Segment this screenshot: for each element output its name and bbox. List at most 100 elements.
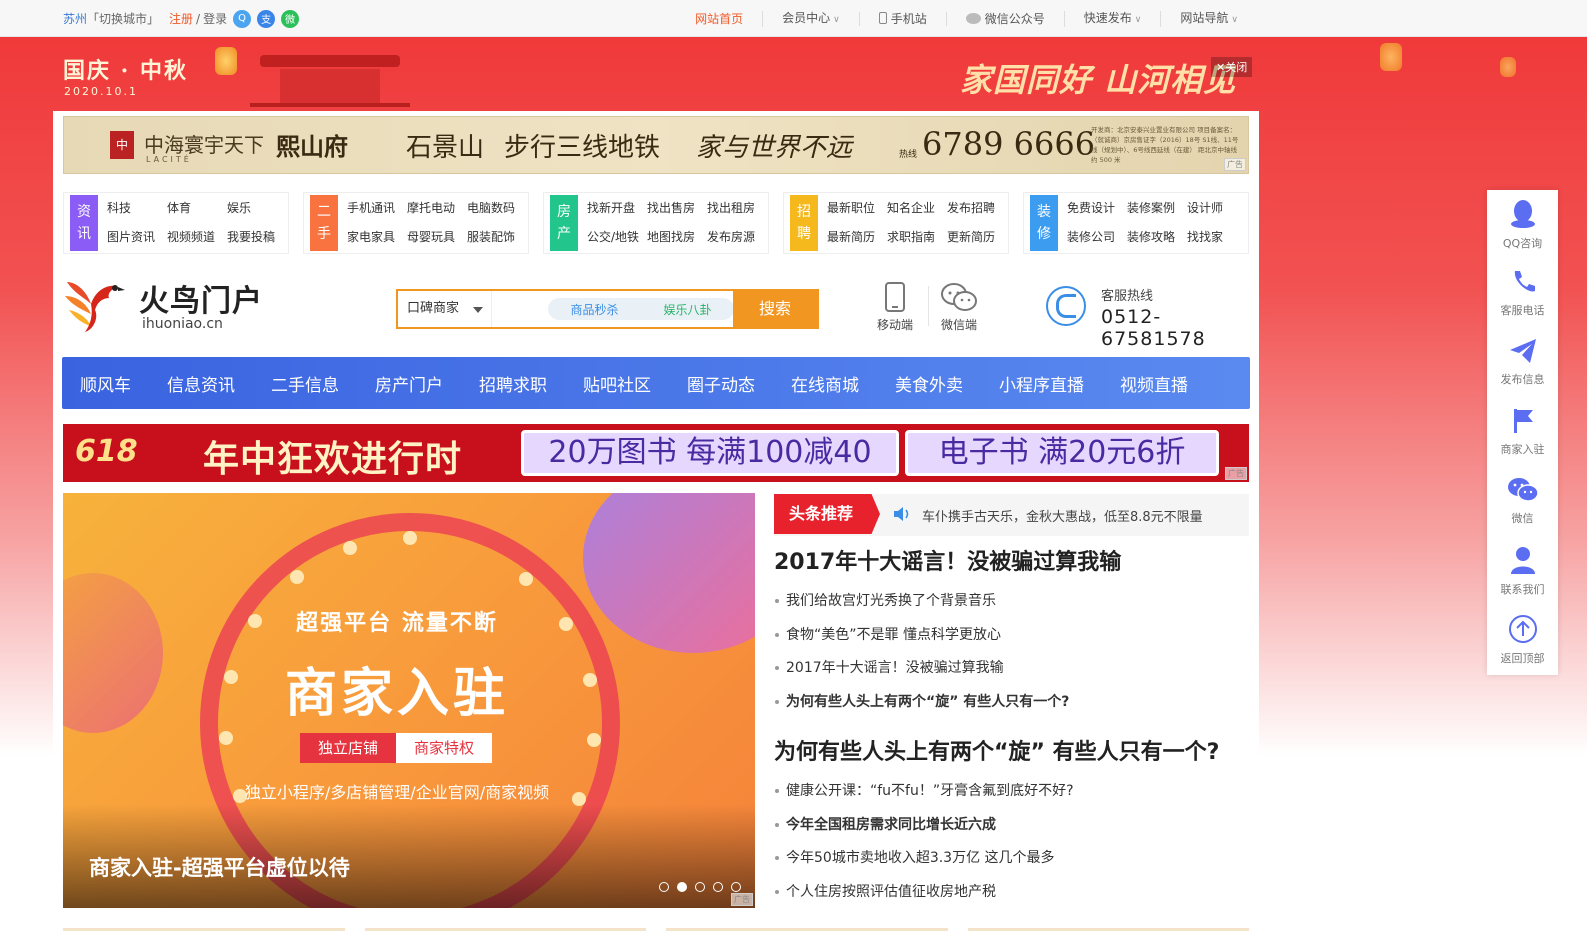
sidebar-item[interactable]: QQ咨询 bbox=[1487, 199, 1558, 251]
category-link[interactable]: 科技 bbox=[107, 199, 167, 216]
category-link[interactable]: 电脑数码 bbox=[467, 199, 527, 216]
category-link[interactable]: 找找家 bbox=[1187, 228, 1247, 245]
news-item[interactable]: 今年全国租房需求同比增长近六成 bbox=[774, 814, 1249, 848]
nav-item[interactable]: 信息资讯 bbox=[149, 371, 253, 396]
nav-item[interactable]: 美食外卖 bbox=[877, 371, 981, 396]
hot-tag[interactable]: 娱乐八卦 bbox=[663, 301, 711, 318]
wechat-login-icon[interactable]: 微 bbox=[281, 9, 300, 28]
festive-close-button[interactable]: ✕关闭 bbox=[1211, 57, 1253, 77]
lantern-icon bbox=[215, 47, 237, 75]
category-link[interactable]: 服装配饰 bbox=[467, 228, 527, 245]
category-label[interactable]: 资讯 bbox=[70, 195, 98, 251]
wechat-qr-link[interactable]: 微信端 bbox=[934, 282, 984, 333]
category-label[interactable]: 招聘 bbox=[790, 195, 818, 251]
slider-dot[interactable] bbox=[677, 882, 687, 892]
category-link[interactable]: 找出售房 bbox=[647, 199, 707, 216]
search-type-select[interactable]: 口碑商家 bbox=[398, 291, 492, 327]
top-link-wechat[interactable]: 微信公众号 bbox=[945, 11, 1064, 26]
category-link[interactable]: 求职指南 bbox=[887, 228, 947, 245]
category-link[interactable]: 最新简历 bbox=[827, 228, 887, 245]
category-link[interactable]: 体育 bbox=[167, 199, 227, 216]
slide-caption[interactable]: 商家入驻-超强平台虚位以待 bbox=[89, 852, 350, 882]
category-link[interactable]: 发布房源 bbox=[707, 228, 767, 245]
nav-item[interactable]: 圈子动态 bbox=[669, 371, 773, 396]
category-label[interactable]: 房产 bbox=[550, 195, 578, 251]
news-item[interactable]: 为何有些人头上有两个“旋” 有些人只有一个? bbox=[774, 691, 1249, 725]
category-link[interactable]: 免费设计 bbox=[1067, 199, 1127, 216]
category-link[interactable]: 摩托电动 bbox=[407, 199, 467, 216]
nav-item[interactable]: 在线商城 bbox=[773, 371, 877, 396]
news-item[interactable]: 今年50城市卖地收入超3.3万亿 这几个最多 bbox=[774, 847, 1249, 881]
sidebar-item[interactable]: 客服电话 bbox=[1487, 268, 1558, 318]
news-item[interactable]: 食物“美色”不是罪 懂点科学更放心 bbox=[774, 624, 1249, 658]
category-link[interactable]: 我要投稿 bbox=[227, 228, 287, 245]
hot-tag[interactable]: 商品秒杀 bbox=[570, 301, 618, 318]
nav-item[interactable]: 贴吧社区 bbox=[565, 371, 669, 396]
category-link[interactable]: 地图找房 bbox=[647, 228, 707, 245]
top-link-publish[interactable]: 快速发布 ∨ bbox=[1063, 10, 1161, 27]
register-link[interactable]: 注册 bbox=[169, 10, 193, 27]
login-link[interactable]: 登录 bbox=[203, 10, 227, 27]
qq-login-icon[interactable]: Q bbox=[233, 9, 252, 28]
promo-ad-banner[interactable]: 618 年中狂欢进行时 20万图书 每满100减40 电子书 满20元6折 广告 bbox=[63, 424, 1249, 482]
category-link[interactable]: 图片资讯 bbox=[107, 228, 167, 245]
hero-slider[interactable]: 超强平台 流量不断 商家入驻 独立店铺 商家特权 独立小程序/多店铺管理/企业官… bbox=[63, 493, 755, 908]
slider-dot[interactable] bbox=[713, 882, 723, 892]
category-link[interactable]: 最新职位 bbox=[827, 199, 887, 216]
news-item[interactable]: 我们给故宫灯光秀换了个背景音乐 bbox=[774, 590, 1249, 624]
category-block: 房产找新开盘 找出售房 找出租房公交/地铁 地图找房 发布房源 bbox=[543, 192, 769, 254]
hotline-number[interactable]: 0512-67581578 bbox=[1101, 306, 1251, 350]
news-item[interactable]: 健康公开课：“fu不fu！”牙膏含氟到底好不好? bbox=[774, 780, 1249, 814]
sidebar-item[interactable]: 联系我们 bbox=[1487, 545, 1558, 597]
news-item[interactable]: 2017年十大谣言！没被骗过算我输 bbox=[774, 657, 1249, 691]
category-link[interactable]: 装修攻略 bbox=[1127, 228, 1187, 245]
decor-dot bbox=[518, 571, 533, 586]
news-item[interactable]: 个人住房按照评估值征收房地产税 bbox=[774, 881, 1249, 915]
top-link-mobile[interactable]: 手机站 bbox=[858, 11, 946, 26]
top-link-sitenav[interactable]: 网站导航 ∨ bbox=[1160, 10, 1257, 27]
nav-item[interactable]: 顺风车 bbox=[62, 371, 149, 396]
search-button[interactable]: 搜索 bbox=[733, 291, 817, 327]
top-link-home[interactable]: 网站首页 bbox=[676, 12, 762, 26]
sidebar-item[interactable]: 发布信息 bbox=[1487, 337, 1558, 387]
mobile-qr-link[interactable]: 移动端 bbox=[870, 282, 920, 333]
category-link[interactable]: 母婴玩具 bbox=[407, 228, 467, 245]
sidebar-item[interactable]: 商家入驻 bbox=[1487, 407, 1558, 457]
ad-slogan-b: 家与世界不远 bbox=[696, 133, 853, 163]
category-link[interactable]: 更新简历 bbox=[947, 228, 1007, 245]
site-logo[interactable]: 火鸟门户 ihuoniao.cn bbox=[63, 274, 283, 336]
category-link[interactable]: 设计师 bbox=[1187, 199, 1247, 216]
nav-item[interactable]: 招聘求职 bbox=[461, 371, 565, 396]
alipay-login-icon[interactable]: 支 bbox=[257, 9, 276, 28]
category-link[interactable]: 手机通讯 bbox=[347, 199, 407, 216]
category-link[interactable]: 知名企业 bbox=[887, 199, 947, 216]
category-link[interactable]: 装修案例 bbox=[1127, 199, 1187, 216]
nav-item[interactable]: 小程序直播 bbox=[981, 371, 1102, 396]
news-headline[interactable]: 2017年十大谣言！没被骗过算我输 bbox=[774, 544, 1249, 576]
sidebar-item[interactable]: 微信 bbox=[1487, 476, 1558, 526]
category-block: 资讯科技 体育 娱乐图片资讯 视频频道 我要投稿 bbox=[63, 192, 289, 254]
slider-dot[interactable] bbox=[731, 882, 741, 892]
category-link[interactable]: 发布招聘 bbox=[947, 199, 1007, 216]
current-city[interactable]: 苏州 bbox=[63, 10, 87, 27]
nav-item[interactable]: 房产门户 bbox=[357, 371, 461, 396]
sidebar-item[interactable]: 返回顶部 bbox=[1487, 614, 1558, 666]
slider-dot[interactable] bbox=[659, 882, 669, 892]
news-headline[interactable]: 为何有些人头上有两个“旋” 有些人只有一个? bbox=[774, 734, 1249, 766]
top-ad-banner[interactable]: 中 中海寰宇天下 LACITÉ 熙山府 石景山 步行三线地铁 家与世界不远 热线… bbox=[63, 116, 1249, 174]
ticker-text[interactable]: 车仆携手古天乐，金秋大惠战，低至8.8元不限量 bbox=[922, 506, 1203, 525]
top-link-member[interactable]: 会员中心 ∨ bbox=[762, 10, 859, 27]
nav-item[interactable]: 视频直播 bbox=[1102, 371, 1206, 396]
category-link[interactable]: 公交/地铁 bbox=[587, 228, 647, 245]
category-label[interactable]: 装修 bbox=[1030, 195, 1058, 251]
category-label[interactable]: 二手 bbox=[310, 195, 338, 251]
slider-dot[interactable] bbox=[695, 882, 705, 892]
category-link[interactable]: 娱乐 bbox=[227, 199, 287, 216]
nav-item[interactable]: 二手信息 bbox=[253, 371, 357, 396]
category-link[interactable]: 家电家具 bbox=[347, 228, 407, 245]
switch-city-link[interactable]: 「切换城市」 bbox=[87, 10, 159, 27]
category-link[interactable]: 找新开盘 bbox=[587, 199, 647, 216]
category-link[interactable]: 视频频道 bbox=[167, 228, 227, 245]
category-link[interactable]: 找出租房 bbox=[707, 199, 767, 216]
category-link[interactable]: 装修公司 bbox=[1067, 228, 1127, 245]
